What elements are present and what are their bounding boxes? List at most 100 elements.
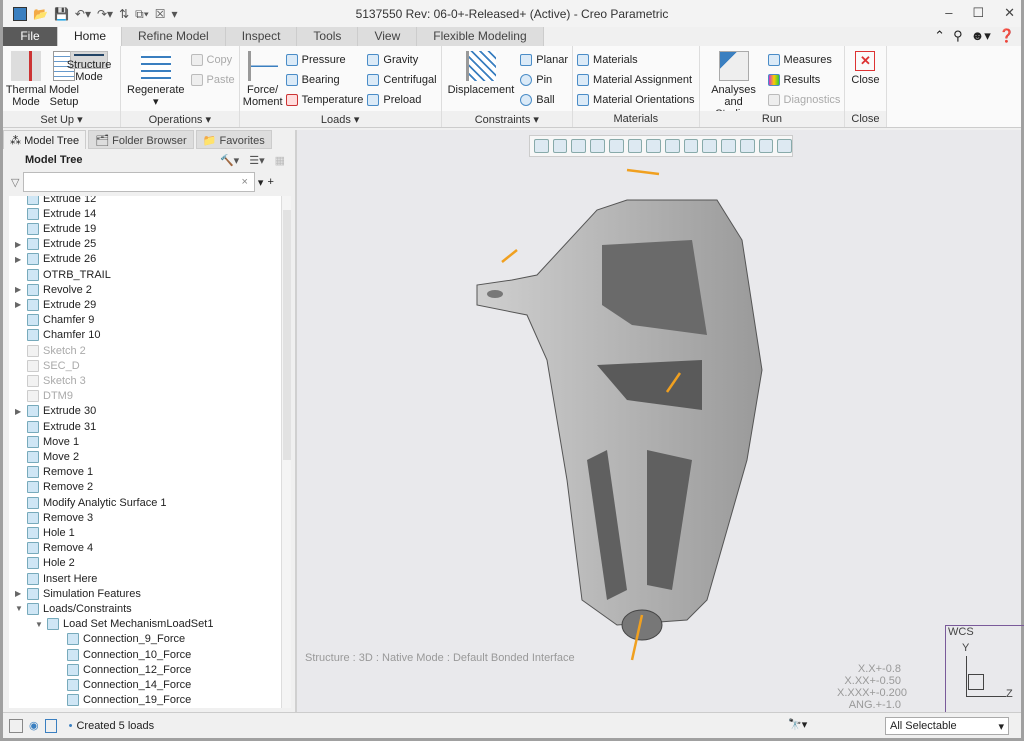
group-label[interactable]: Loads ▾	[239, 111, 441, 127]
results-button[interactable]: Results	[767, 72, 841, 87]
maximize-icon[interactable]: ☐	[972, 5, 984, 21]
expand-icon[interactable]: ▶	[15, 300, 23, 309]
search-icon[interactable]: ⚲	[953, 28, 963, 44]
help-icon[interactable]: ❓	[999, 28, 1015, 44]
tree-item[interactable]: Move 1	[15, 434, 79, 449]
tree-item[interactable]: Insert Here	[15, 571, 97, 586]
tree-item[interactable]: Sketch 3	[15, 373, 86, 388]
regenerate-button[interactable]: Regenerate ▾	[125, 49, 187, 110]
tree-item[interactable]: ▶ Extrude 29	[15, 297, 96, 312]
tab-inspect[interactable]: Inspect	[225, 27, 298, 46]
temperature-button[interactable]: Temperature	[285, 92, 363, 107]
collapse-icon[interactable]: ▼	[35, 620, 43, 629]
gravity-button[interactable]: Gravity	[367, 52, 436, 67]
structure-mode-button[interactable]: Structure Mode	[67, 51, 111, 83]
tree-item[interactable]: Sketch 2	[15, 343, 86, 358]
expand-icon[interactable]: ▶	[15, 255, 23, 264]
tab-file[interactable]: File	[3, 27, 58, 46]
minimize-ribbon-icon[interactable]: ⌃	[934, 28, 945, 44]
tab-view[interactable]: View	[358, 27, 418, 46]
close-window-icon[interactable]: ☒	[155, 7, 166, 21]
displacement-button[interactable]: Displacement	[446, 49, 517, 98]
tree-item[interactable]: ▶ Extrude 30	[15, 404, 96, 419]
tab-flexible-modeling[interactable]: Flexible Modeling	[417, 27, 544, 46]
tree-item[interactable]: Move 2	[15, 449, 79, 464]
filter-dropdown-icon[interactable]: ▾	[258, 176, 264, 189]
material-orientations-button[interactable]: Material Orientations	[577, 92, 695, 107]
tree-columns-icon[interactable]: ▦	[275, 154, 285, 167]
tree-item[interactable]: ▶ Revolve 2	[15, 282, 92, 297]
close-button[interactable]: ✕ Close	[849, 49, 881, 88]
tree-item[interactable]: Extrude 14	[15, 206, 96, 221]
tree-scrollbar[interactable]	[281, 196, 291, 708]
copy-button[interactable]: Copy	[190, 52, 235, 67]
thermal-mode-button[interactable]: Thermal Mode	[6, 49, 46, 110]
close-icon[interactable]: ✕	[1004, 5, 1015, 21]
bearing-button[interactable]: Bearing	[285, 72, 364, 87]
settings-tools-icon[interactable]: 🔨▾	[220, 154, 239, 167]
tree-item[interactable]: Extrude 12	[15, 196, 96, 206]
tab-home[interactable]: Home	[58, 27, 122, 46]
tab-tools[interactable]: Tools	[297, 27, 359, 46]
tree-search-input[interactable]	[23, 172, 256, 192]
minimize-icon[interactable]: –	[945, 5, 952, 21]
filter-icon[interactable]: ▽	[11, 176, 19, 189]
tree-item[interactable]: DTM9	[15, 389, 73, 404]
collapse-icon[interactable]: ▼	[15, 604, 23, 613]
tree-item[interactable]: OTRB_TRAIL	[15, 267, 111, 282]
tree-item[interactable]: Remove 4	[15, 541, 93, 556]
measures-button[interactable]: Measures	[767, 52, 841, 67]
browser-toggle-icon[interactable]: ◉	[29, 719, 39, 732]
tree-item[interactable]: Remove 2	[15, 480, 93, 495]
tree-item[interactable]: Chamfer 9	[15, 313, 94, 328]
tab-refine-model[interactable]: Refine Model	[122, 27, 226, 46]
add-icon[interactable]: +	[267, 176, 273, 188]
tree-item[interactable]: ▶ Extrude 25	[15, 237, 96, 252]
material-assignment-button[interactable]: Material Assignment	[577, 72, 695, 87]
tree-item[interactable]: Connection_19_Force	[55, 693, 191, 708]
windows-icon[interactable]: ⧉▾	[135, 7, 149, 22]
tree-item[interactable]: Connection_12_Force	[55, 662, 191, 677]
centrifugal-button[interactable]: Centrifugal	[367, 72, 437, 87]
tree-item[interactable]: ▼ Loads/Constraints	[15, 601, 132, 616]
open-icon[interactable]: 📂	[33, 7, 48, 21]
show-icon[interactable]: ☰▾	[249, 154, 264, 167]
planar-button[interactable]: Planar	[520, 52, 568, 67]
expand-icon[interactable]: ▶	[15, 240, 23, 249]
tree-item[interactable]: Remove 3	[15, 510, 93, 525]
regenerate-icon[interactable]: ⇅	[119, 7, 129, 21]
selection-filter-dropdown[interactable]: All Selectable ▾	[885, 717, 1009, 735]
expand-icon[interactable]: ▶	[15, 589, 23, 598]
scrollbar-thumb[interactable]	[283, 210, 291, 460]
group-label[interactable]: Set Up ▾	[3, 111, 120, 127]
fullscreen-icon[interactable]	[44, 718, 57, 733]
preload-button[interactable]: Preload	[367, 92, 436, 107]
materials-button[interactable]: Materials	[577, 52, 695, 67]
expand-icon[interactable]: ▶	[15, 407, 23, 416]
tree-item[interactable]: Modify Analytic Surface 1	[15, 495, 167, 510]
paste-button[interactable]: Paste	[190, 72, 235, 87]
tree-item[interactable]: Chamfer 10	[15, 328, 100, 343]
tree-item[interactable]: Connection_10_Force	[55, 647, 191, 662]
clear-icon[interactable]: ×	[241, 176, 247, 188]
tree-item[interactable]: Hole 2	[15, 556, 75, 571]
app-icon[interactable]	[13, 7, 27, 21]
tree-item[interactable]: Extrude 19	[15, 221, 96, 236]
tree-item[interactable]: Hole 1	[15, 525, 75, 540]
group-label[interactable]: Operations ▾	[121, 111, 239, 127]
diagnostics-button[interactable]: Diagnostics	[767, 92, 840, 107]
tree-item[interactable]: Connection_14_Force	[55, 677, 191, 692]
undo-icon[interactable]: ↶▾	[75, 7, 91, 21]
graphics-viewport[interactable]: Structure : 3D : Native Mode : Default B…	[295, 130, 1024, 712]
tree-item[interactable]: ▶ Extrude 26	[15, 252, 96, 267]
tree-item[interactable]: ▼ Load Set MechanismLoadSet1	[35, 617, 213, 632]
tree-item[interactable]: SEC_D	[15, 358, 80, 373]
ball-button[interactable]: Ball	[520, 92, 568, 107]
redo-icon[interactable]: ↷▾	[97, 7, 113, 21]
community-icon[interactable]: ☻▾	[971, 28, 991, 44]
customize-icon[interactable]: ▾	[172, 7, 178, 21]
pin-button[interactable]: Pin	[520, 72, 568, 87]
tab-folder-browser[interactable]: 🗂 Folder Browser	[88, 130, 194, 149]
tree-item[interactable]: Extrude 31	[15, 419, 96, 434]
navigator-toggle-icon[interactable]	[9, 718, 23, 733]
